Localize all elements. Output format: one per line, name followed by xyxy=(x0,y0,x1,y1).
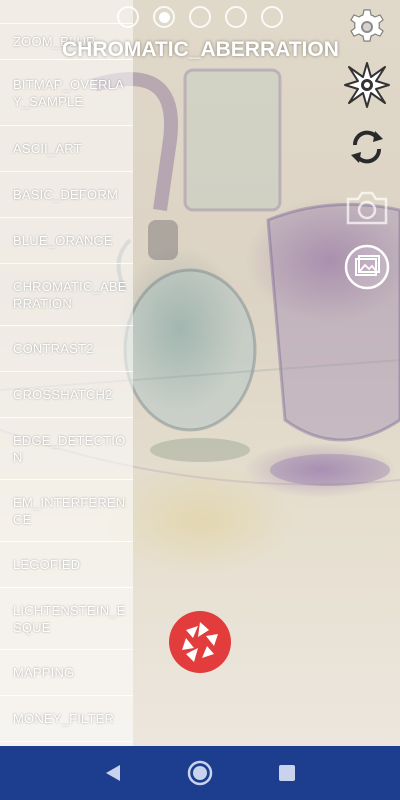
home-circle-icon xyxy=(187,760,213,786)
effect-item-crosshatch2[interactable]: CROSSHATCH2 xyxy=(0,372,133,418)
effect-item-chromatic-aberration[interactable]: CHROMATIC_ABERRATION xyxy=(0,264,133,326)
effects-button[interactable] xyxy=(342,60,392,110)
nav-back-button[interactable] xyxy=(98,758,128,788)
nav-home-button[interactable] xyxy=(185,758,215,788)
shutter-button[interactable] xyxy=(168,610,232,674)
page-indicator xyxy=(117,6,283,28)
gallery-icon xyxy=(344,244,390,290)
page-dot[interactable] xyxy=(189,6,211,28)
switch-camera-button[interactable] xyxy=(342,122,392,172)
page-dot[interactable] xyxy=(225,6,247,28)
current-effect-title: CHROMATIC_ABERRATION xyxy=(62,38,339,61)
page-dot[interactable] xyxy=(261,6,283,28)
gear-icon xyxy=(350,9,384,42)
camera-icon xyxy=(346,191,388,225)
effect-item-lichtenstein-esque[interactable]: LICHTENSTEIN_ESQUE xyxy=(0,588,133,650)
sparkle-effect-icon xyxy=(344,62,390,108)
effect-item-em-interference[interactable]: EM_INTERFERENCE xyxy=(0,480,133,542)
gallery-button[interactable] xyxy=(342,242,392,292)
effect-item-edge-detection[interactable]: EDGE_DETECTION xyxy=(0,418,133,480)
effect-item-contrast2[interactable]: CONTRAST2 xyxy=(0,326,133,372)
effect-item-mapping[interactable]: MAPPING xyxy=(0,650,133,696)
effect-list[interactable]: ZOOM_BLUR BITMAP_OVERLAY_SAMPLE ASCII_AR… xyxy=(0,0,133,746)
back-triangle-icon xyxy=(106,765,121,781)
effect-item-blue-orange[interactable]: BLUE_ORANGE xyxy=(0,218,133,264)
effect-item-ascii-art[interactable]: ASCII_ART xyxy=(0,126,133,172)
system-navigation-bar xyxy=(0,746,400,800)
page-dot-active[interactable] xyxy=(153,6,175,28)
effect-item-basic-deform[interactable]: BASIC_DEFORM xyxy=(0,172,133,218)
effect-item-bitmap-overlay-sample[interactable]: BITMAP_OVERLAY_SAMPLE xyxy=(0,60,133,126)
page-dot[interactable] xyxy=(117,6,139,28)
aperture-icon xyxy=(169,611,231,673)
effect-item-money-filter[interactable]: MONEY_FILTER xyxy=(0,696,133,742)
switch-camera-icon xyxy=(351,130,383,164)
photo-mode-button[interactable] xyxy=(342,182,392,232)
nav-recents-button[interactable] xyxy=(272,758,302,788)
effect-item-partial[interactable] xyxy=(0,0,133,24)
effect-item-legofied[interactable]: LEGOFIED xyxy=(0,542,133,588)
recents-square-icon xyxy=(278,765,295,781)
settings-button[interactable] xyxy=(342,2,392,52)
